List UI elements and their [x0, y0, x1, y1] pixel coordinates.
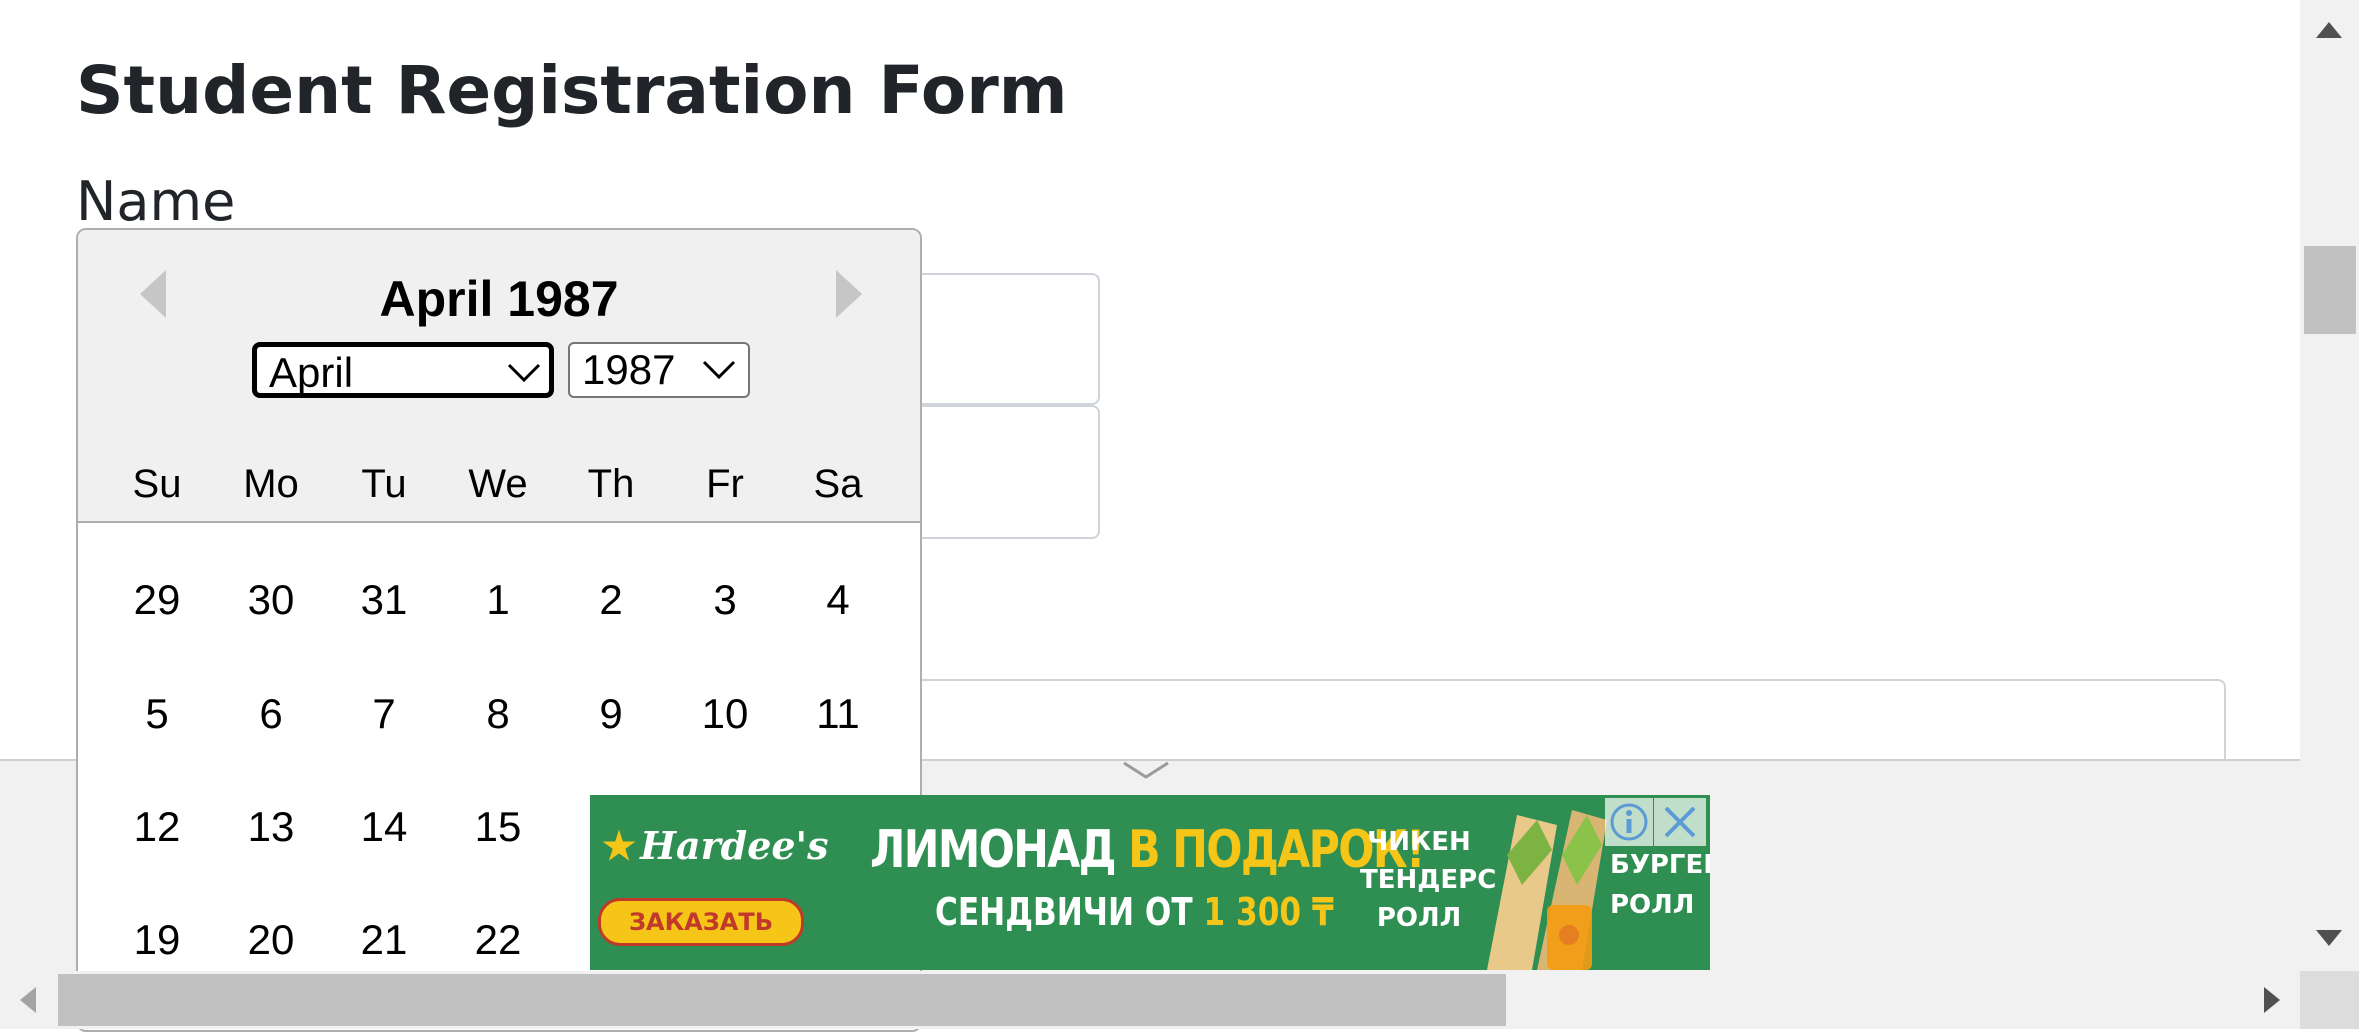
ad-headline-white: ЛИМОНАД	[870, 820, 1117, 880]
chevron-down-icon	[702, 360, 736, 380]
scroll-right-icon[interactable]	[2262, 985, 2282, 1015]
calendar-day[interactable]: 29	[107, 576, 207, 624]
ad-product-right: БУРГЕР РОЛЛ	[1610, 850, 1710, 920]
calendar-day[interactable]: 31	[334, 576, 434, 624]
calendar-day[interactable]: 1	[448, 576, 548, 624]
vertical-scrollbar[interactable]	[2300, 0, 2359, 971]
calendar-day[interactable]: 6	[221, 690, 321, 738]
calendar-day[interactable]: 21	[334, 916, 434, 964]
ad-brand-logo: ★ Hardee's	[602, 823, 829, 868]
ad-product-left: ЧИКЕН ТЕНДЕРС РОЛЛ	[1360, 827, 1497, 933]
chevron-down-icon	[507, 363, 541, 383]
info-icon[interactable]	[1605, 798, 1653, 846]
calendar-day[interactable]: 9	[561, 690, 661, 738]
current-month-label: April 1987	[379, 271, 619, 327]
calendar-day[interactable]: 8	[448, 690, 548, 738]
page-title: Student Registration Form	[76, 52, 1068, 129]
day-name-saturday: Sa	[813, 462, 863, 506]
calendar-day[interactable]: 20	[221, 916, 321, 964]
star-icon: ★	[602, 823, 637, 868]
calendar-day[interactable]: 14	[334, 803, 434, 851]
calendar-day[interactable]: 30	[221, 576, 321, 624]
calendar-day[interactable]: 15	[448, 803, 548, 851]
vertical-scrollbar-thumb[interactable]	[2304, 246, 2356, 334]
ad-headline: ЛИМОНАД В ПОДАРОК!	[870, 820, 1425, 880]
calendar-day[interactable]: 11	[788, 690, 888, 738]
scroll-up-icon[interactable]	[2314, 20, 2344, 40]
day-name-thursday: Th	[587, 462, 635, 506]
food-wrap-image-icon	[1487, 810, 1607, 970]
close-icon[interactable]	[1654, 798, 1706, 846]
name-label: Name	[76, 170, 236, 233]
month-select-value: April	[269, 349, 354, 396]
ad-banner[interactable]: ★ Hardee's ЗАКАЗАТЬ ЛИМОНАД В ПОДАРОК! СЕ…	[590, 795, 1710, 970]
ad-order-button[interactable]: ЗАКАЗАТЬ	[598, 898, 804, 946]
calendar-day[interactable]: 7	[334, 690, 434, 738]
calendar-day[interactable]: 2	[561, 576, 661, 624]
ad-collapse-chevron-icon[interactable]	[1120, 759, 1172, 781]
calendar-day[interactable]: 4	[788, 576, 888, 624]
month-select[interactable]: April	[252, 342, 554, 398]
calendar-day[interactable]: 12	[107, 803, 207, 851]
last-name-input[interactable]	[900, 405, 1100, 539]
ad-subline: СЕНДВИЧИ ОТ 1 300 ₸	[935, 890, 1334, 934]
scroll-left-icon[interactable]	[18, 985, 38, 1015]
year-select[interactable]: 1987	[568, 342, 750, 398]
day-name-friday: Fr	[706, 462, 744, 506]
calendar-day[interactable]: 5	[107, 690, 207, 738]
day-name-wednesday: We	[468, 462, 528, 506]
calendar-day[interactable]: 10	[675, 690, 775, 738]
ad-subline-text: СЕНДВИЧИ ОТ	[935, 890, 1193, 934]
first-name-input[interactable]	[900, 273, 1100, 405]
date-picker-header: April 1987 April 1987 Su Mo Tu We Th Fr …	[78, 230, 920, 523]
calendar-day[interactable]: 13	[221, 803, 321, 851]
calendar-day[interactable]: 3	[675, 576, 775, 624]
scrollbar-corner	[2300, 971, 2359, 1029]
day-name-sunday: Su	[132, 462, 182, 506]
horizontal-scrollbar-thumb[interactable]	[58, 974, 1506, 1026]
ad-brand-text: Hardee's	[640, 823, 829, 868]
calendar-day[interactable]: 22	[448, 916, 548, 964]
scroll-down-icon[interactable]	[2314, 928, 2344, 948]
day-name-tuesday: Tu	[361, 462, 407, 506]
day-name-monday: Mo	[243, 462, 299, 506]
year-select-value: 1987	[582, 346, 676, 393]
calendar-day[interactable]: 19	[107, 916, 207, 964]
ad-subline-price: 1 300 ₸	[1203, 890, 1334, 934]
